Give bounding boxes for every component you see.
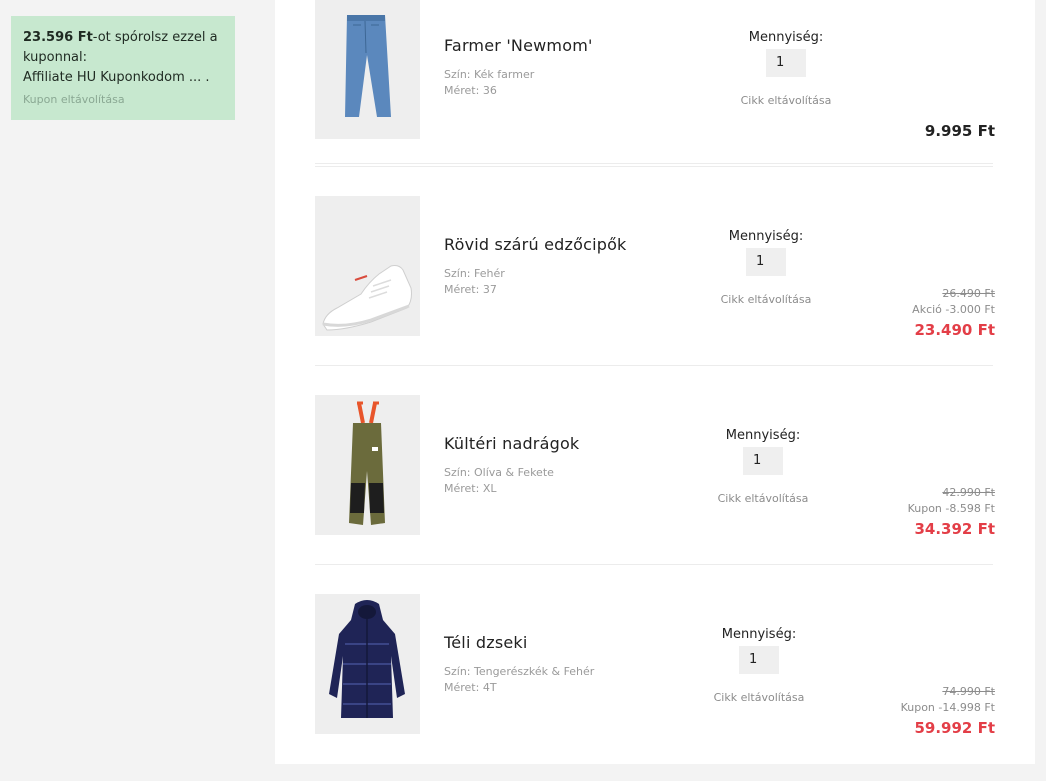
- product-size: Méret: 4T: [444, 681, 497, 694]
- product-color: Szín: Olíva & Fekete: [444, 466, 554, 479]
- remove-item-link[interactable]: Cikk eltávolítása: [726, 94, 846, 107]
- product-price: 23.490 Ft: [914, 321, 995, 339]
- product-size: Méret: XL: [444, 482, 497, 495]
- cart-item: Kültéri nadrágok Szín: Olíva & Fekete Mé…: [315, 395, 995, 538]
- original-price: 74.990 Ft: [942, 685, 995, 698]
- divider: [315, 564, 993, 565]
- quantity-input[interactable]: 1: [746, 248, 786, 276]
- coupon-savings-text: 23.596 Ft-ot spórolsz ezzel a kuponnal:: [23, 28, 223, 68]
- product-name[interactable]: Téli dzseki: [444, 633, 528, 652]
- product-image-outdoor-pants[interactable]: [315, 395, 420, 535]
- quantity-label: Mennyiség:: [748, 30, 824, 45]
- product-image-winter-jacket[interactable]: [315, 594, 420, 734]
- discount-label: Akció -3.000 Ft: [912, 303, 995, 316]
- quantity-label: Mennyiség:: [721, 627, 797, 642]
- product-image-jeans[interactable]: [315, 0, 420, 139]
- product-color: Szín: Tengerészkék & Fehér: [444, 665, 595, 678]
- cart-item: Farmer 'Newmom' Szín: Kék farmer Méret: …: [315, 0, 995, 140]
- cart-panel: Farmer 'Newmom' Szín: Kék farmer Méret: …: [275, 0, 1035, 764]
- divider: [315, 166, 993, 167]
- product-name[interactable]: Kültéri nadrágok: [444, 434, 579, 453]
- discount-label: Kupon -8.598 Ft: [907, 502, 995, 515]
- divider: [315, 365, 993, 366]
- quantity-input[interactable]: 1: [743, 447, 783, 475]
- discount-label: Kupon -14.998 Ft: [900, 701, 995, 714]
- coupon-code: Affiliate HU Kuponkodom ... .: [23, 70, 210, 85]
- product-name[interactable]: Rövid szárú edzőcipők: [444, 235, 627, 254]
- cart-item: Téli dzseki Szín: Tengerészkék & Fehér M…: [315, 594, 995, 737]
- remove-item-link[interactable]: Cikk eltávolítása: [699, 691, 819, 704]
- product-price: 9.995 Ft: [924, 122, 995, 140]
- remove-coupon-link[interactable]: Kupon eltávolítása: [23, 93, 125, 106]
- remove-item-link[interactable]: Cikk eltávolítása: [706, 293, 826, 306]
- quantity-input[interactable]: 1: [766, 49, 806, 77]
- original-price: 42.990 Ft: [942, 486, 995, 499]
- product-name[interactable]: Farmer 'Newmom': [444, 36, 593, 55]
- product-image-sneakers[interactable]: [315, 196, 420, 336]
- quantity-label: Mennyiség:: [728, 229, 804, 244]
- quantity-label: Mennyiség:: [725, 428, 801, 443]
- quantity-input[interactable]: 1: [739, 646, 779, 674]
- divider: [315, 163, 993, 164]
- product-size: Méret: 37: [444, 283, 497, 296]
- remove-item-link[interactable]: Cikk eltávolítása: [703, 492, 823, 505]
- product-price: 59.992 Ft: [914, 719, 995, 737]
- cart-item: Rövid szárú edzőcipők Szín: Fehér Méret:…: [315, 196, 995, 339]
- coupon-box: 23.596 Ft-ot spórolsz ezzel a kuponnal: …: [11, 16, 235, 120]
- coupon-amount: 23.596 Ft: [23, 30, 93, 45]
- product-size: Méret: 36: [444, 84, 497, 97]
- product-color: Szín: Kék farmer: [444, 68, 535, 81]
- original-price: 26.490 Ft: [942, 287, 995, 300]
- product-color: Szín: Fehér: [444, 267, 505, 280]
- product-price: 34.392 Ft: [914, 520, 995, 538]
